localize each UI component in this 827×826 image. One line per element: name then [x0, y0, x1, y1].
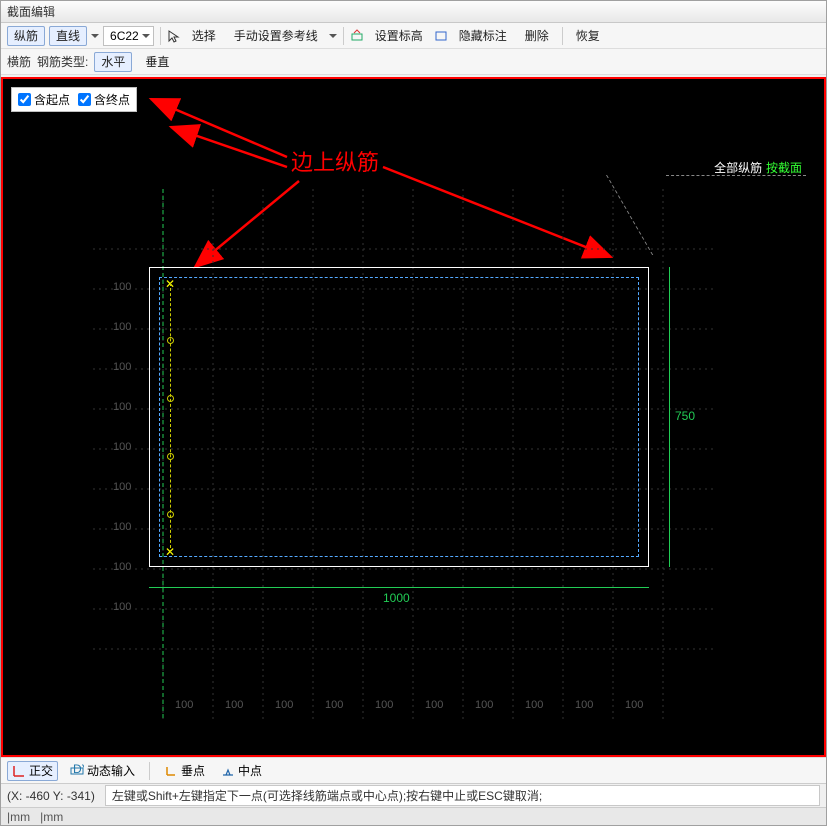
include-start-checkbox[interactable]: 含起点: [18, 91, 70, 108]
dimension-height-value: 750: [675, 409, 695, 423]
titlebar: 截面编辑: [1, 1, 826, 23]
zongjin-button[interactable]: 纵筋: [7, 26, 45, 46]
include-start-input[interactable]: [18, 93, 31, 106]
grid-label-x: 100: [375, 699, 393, 711]
hint-bysection-label: 按截面: [766, 161, 802, 175]
hide-annotation-icon: [434, 29, 448, 43]
vertical-button[interactable]: 垂直: [138, 52, 176, 72]
zhixian-dropdown-icon[interactable]: [91, 30, 99, 42]
grid-label-x: 100: [325, 699, 343, 711]
leader-line: [666, 175, 806, 176]
ortho-label: 正交: [29, 762, 53, 779]
statusbar: (X: -460 Y: -341) 左键或Shift+左键指定下一点(可选择线筋…: [1, 783, 826, 807]
main-window: 截面编辑 纵筋 直线 6C22 选择 手动设置参考线 设置标高 隐藏标注 删除 …: [0, 0, 827, 826]
hide-annotation-button[interactable]: 隐藏标注: [452, 26, 514, 46]
perpendicular-snap-toggle[interactable]: 垂点: [160, 761, 209, 781]
ruler-unit: |mm: [40, 810, 63, 824]
grid-area: 100 100 100 100 100 100 100 100 100 100 …: [93, 189, 713, 719]
hengjin-label: 横筋: [7, 53, 31, 70]
grid-label-y: 100: [113, 321, 131, 333]
perp-icon: [164, 764, 178, 778]
toolbar-primary: 纵筋 直线 6C22 选择 手动设置参考线 设置标高 隐藏标注 删除 恢复: [1, 23, 826, 49]
ortho-toggle[interactable]: 正交: [7, 761, 58, 781]
horizontal-button[interactable]: 水平: [94, 52, 132, 72]
grid-label-x: 100: [625, 699, 643, 711]
rebar-spec-dropdown[interactable]: 6C22: [103, 26, 154, 46]
refline-dropdown-icon[interactable]: [329, 30, 337, 42]
grid-label-x: 100: [275, 699, 293, 711]
hint-label: 全部纵筋 按截面: [714, 159, 802, 176]
dimension-width-line: [149, 587, 649, 588]
dynamic-input-toggle[interactable]: DYN 动态输入: [66, 761, 139, 781]
set-elevation-button[interactable]: 设置标高: [368, 26, 430, 46]
grid-label-y: 100: [113, 481, 131, 493]
separator: [343, 27, 344, 45]
toolbar-secondary: 横筋 钢筋类型: 水平 垂直: [1, 49, 826, 75]
annotation-text: 边上纵筋: [291, 145, 379, 177]
dyninput-icon: DYN: [70, 764, 84, 778]
grid-label-x: 100: [175, 699, 193, 711]
grid-label-x: 100: [575, 699, 593, 711]
grid-label-y: 100: [113, 521, 131, 533]
include-end-checkbox[interactable]: 含终点: [78, 91, 130, 108]
separator: [562, 27, 563, 45]
grid-label-x: 100: [475, 699, 493, 711]
include-end-input[interactable]: [78, 93, 91, 106]
section-cover-line: [159, 277, 639, 557]
bottom-toolbar: 正交 DYN 动态输入 垂点 中点: [1, 757, 826, 783]
command-prompt: 左键或Shift+左键指定下一点(可选择线筋端点或中心点);按右键中止或ESC键…: [105, 785, 820, 806]
include-start-label: 含起点: [34, 91, 70, 108]
grid-label-y: 100: [113, 561, 131, 573]
grid-label-x: 100: [525, 699, 543, 711]
grid-label-y: 100: [113, 361, 131, 373]
cursor-icon: [167, 29, 181, 43]
separator: [160, 27, 161, 45]
endpoint-options-panel: 含起点 含终点: [11, 87, 137, 112]
ruler-unit: |mm: [7, 810, 30, 824]
svg-text:DYN: DYN: [73, 764, 84, 776]
midpoint-label: 中点: [238, 762, 262, 779]
grid-label-y: 100: [113, 441, 131, 453]
dyninput-label: 动态输入: [87, 762, 135, 779]
grid-label-y: 100: [113, 401, 131, 413]
delete-button[interactable]: 删除: [518, 26, 556, 46]
separator: [149, 762, 150, 780]
dimension-width-value: 1000: [383, 591, 410, 605]
midpoint-icon: [221, 764, 235, 778]
elevation-icon: [350, 29, 364, 43]
window-title: 截面编辑: [7, 3, 55, 20]
hint-all-label: 全部纵筋: [714, 161, 762, 175]
ortho-icon: [12, 764, 26, 778]
rebar-spec-value: 6C22: [110, 29, 139, 43]
grid-label-x: 100: [225, 699, 243, 711]
rebar-type-label: 钢筋类型:: [37, 53, 88, 70]
midpoint-snap-toggle[interactable]: 中点: [217, 761, 266, 781]
rebar-line: [170, 283, 171, 553]
select-button[interactable]: 选择: [185, 26, 223, 46]
perp-label: 垂点: [181, 762, 205, 779]
restore-button[interactable]: 恢复: [569, 26, 607, 46]
dimension-height-line: [669, 267, 670, 567]
coordinates-readout: (X: -460 Y: -341): [7, 789, 95, 803]
zhixian-button[interactable]: 直线: [49, 26, 87, 46]
grid-label-y: 100: [113, 601, 131, 613]
drawing-canvas[interactable]: 含起点 含终点 边上纵筋 全部纵筋 按截面: [1, 77, 826, 757]
set-refline-button[interactable]: 手动设置参考线: [227, 26, 325, 46]
include-end-label: 含终点: [94, 91, 130, 108]
ruler-bar: |mm |mm: [1, 807, 826, 825]
grid-label-y: 100: [113, 281, 131, 293]
grid-label-x: 100: [425, 699, 443, 711]
